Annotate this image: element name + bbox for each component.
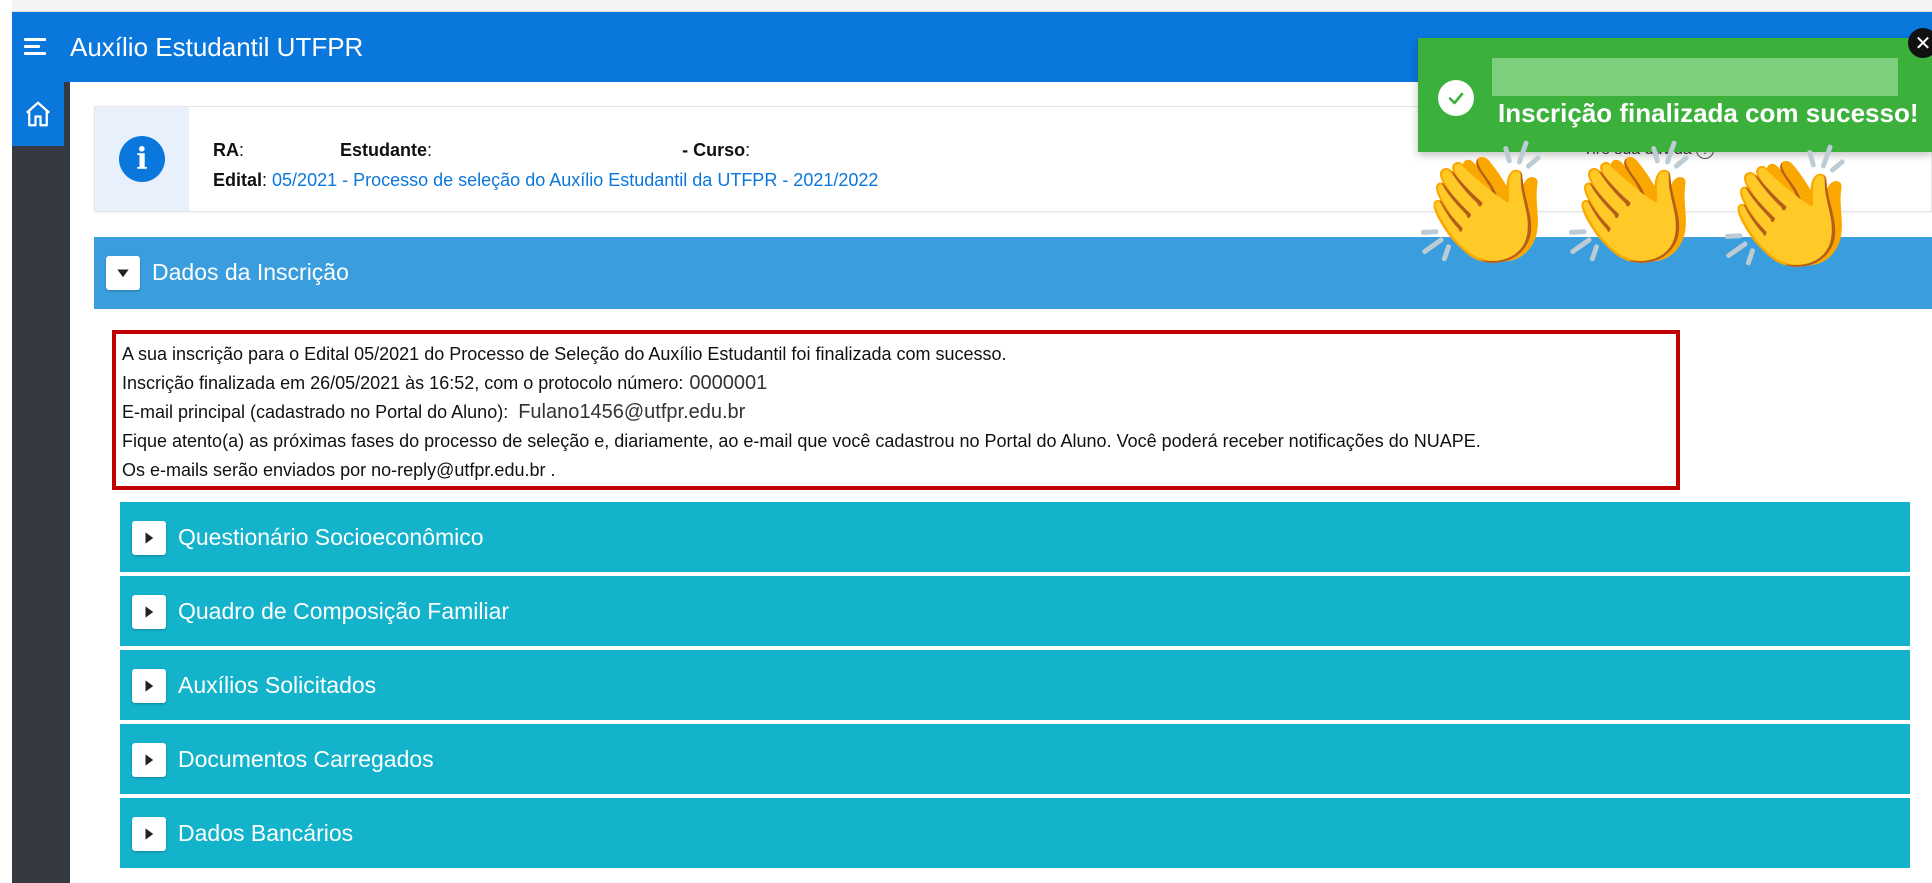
caret-right-icon	[145, 828, 154, 840]
close-icon[interactable]: ✕	[1908, 28, 1932, 58]
confirmation-line-2: Inscrição finalizada em 26/05/2021 às 16…	[122, 369, 1670, 398]
protocol-label: Inscrição finalizada em 26/05/2021 às 16…	[122, 373, 684, 393]
confirmation-line-1: A sua inscrição para o Edital 05/2021 do…	[122, 344, 1007, 364]
top-strip	[0, 0, 1932, 12]
caret-right-icon	[145, 754, 154, 766]
panel-auxilios-solicitados[interactable]: Auxílios Solicitados	[120, 650, 1910, 722]
protocol-number: 0000001	[689, 372, 768, 394]
panel-title: Dados Bancários	[178, 820, 354, 846]
success-toast: Inscrição finalizada com sucesso!	[1418, 38, 1932, 152]
clapping-hands-icon: 👏	[1714, 143, 1864, 277]
confirmation-message: A sua inscrição para o Edital 05/2021 do…	[112, 330, 1680, 490]
home-icon	[26, 101, 50, 127]
left-sidebar	[12, 82, 70, 883]
info-icon-box: i	[95, 107, 189, 211]
expand-toggle[interactable]	[132, 521, 166, 555]
expand-toggle[interactable]	[132, 595, 166, 629]
caret-right-icon	[145, 680, 154, 692]
course-label: - Curso	[682, 140, 746, 160]
toast-message: Inscrição finalizada com sucesso!	[1498, 98, 1919, 128]
caret-right-icon	[145, 532, 154, 544]
expand-toggle[interactable]	[132, 669, 166, 703]
collapse-toggle[interactable]	[106, 256, 140, 290]
panel-title: Documentos Carregados	[178, 746, 434, 772]
panel-title: Questionário Socioeconômico	[178, 524, 484, 550]
panel-title: Auxílios Solicitados	[178, 672, 377, 698]
redacted-area	[1492, 58, 1898, 96]
clapping-hands-icon: 👏	[1558, 139, 1708, 273]
panel-title: Quadro de Composição Familiar	[178, 598, 510, 624]
panel-questionario[interactable]: Questionário Socioeconômico	[120, 502, 1910, 574]
section-title: Dados da Inscrição	[152, 259, 349, 285]
app-title: Auxílio Estudantil UTFPR	[70, 32, 364, 62]
confirmation-line-3: E-mail principal (cadastrado no Portal d…	[122, 398, 1670, 427]
expand-toggle[interactable]	[132, 817, 166, 851]
student-label: Estudante	[340, 140, 428, 160]
caret-down-icon	[117, 269, 129, 278]
hamburger-menu-icon[interactable]	[24, 36, 50, 58]
info-icon: i	[119, 136, 165, 182]
check-icon	[1438, 80, 1474, 116]
edital-label: Edital	[213, 170, 263, 190]
confirmation-line-4: Fique atento(a) as próximas fases do pro…	[122, 431, 1481, 451]
confirmation-line-5: Os e-mails serão enviados por no-reply@u…	[122, 460, 556, 480]
panel-composicao-familiar[interactable]: Quadro de Composição Familiar	[120, 576, 1910, 648]
edital-link[interactable]: 05/2021 - Processo de seleção do Auxílio…	[272, 170, 878, 190]
expand-toggle[interactable]	[132, 743, 166, 777]
email-value: Fulano1456@utfpr.edu.br	[518, 401, 746, 423]
panel-dados-bancarios[interactable]: Dados Bancários	[120, 798, 1910, 870]
email-label: E-mail principal (cadastrado no Portal d…	[122, 402, 509, 422]
panel-documentos-carregados[interactable]: Documentos Carregados	[120, 724, 1910, 796]
caret-right-icon	[145, 606, 154, 618]
student-info-text: RA: Estudante: - Curso: Edital: 05/2021 …	[213, 140, 879, 190]
ra-label: RA	[213, 140, 239, 160]
home-button[interactable]	[12, 82, 64, 146]
left-gutter	[0, 0, 12, 883]
clapping-hands-icon: 👏	[1410, 139, 1560, 273]
